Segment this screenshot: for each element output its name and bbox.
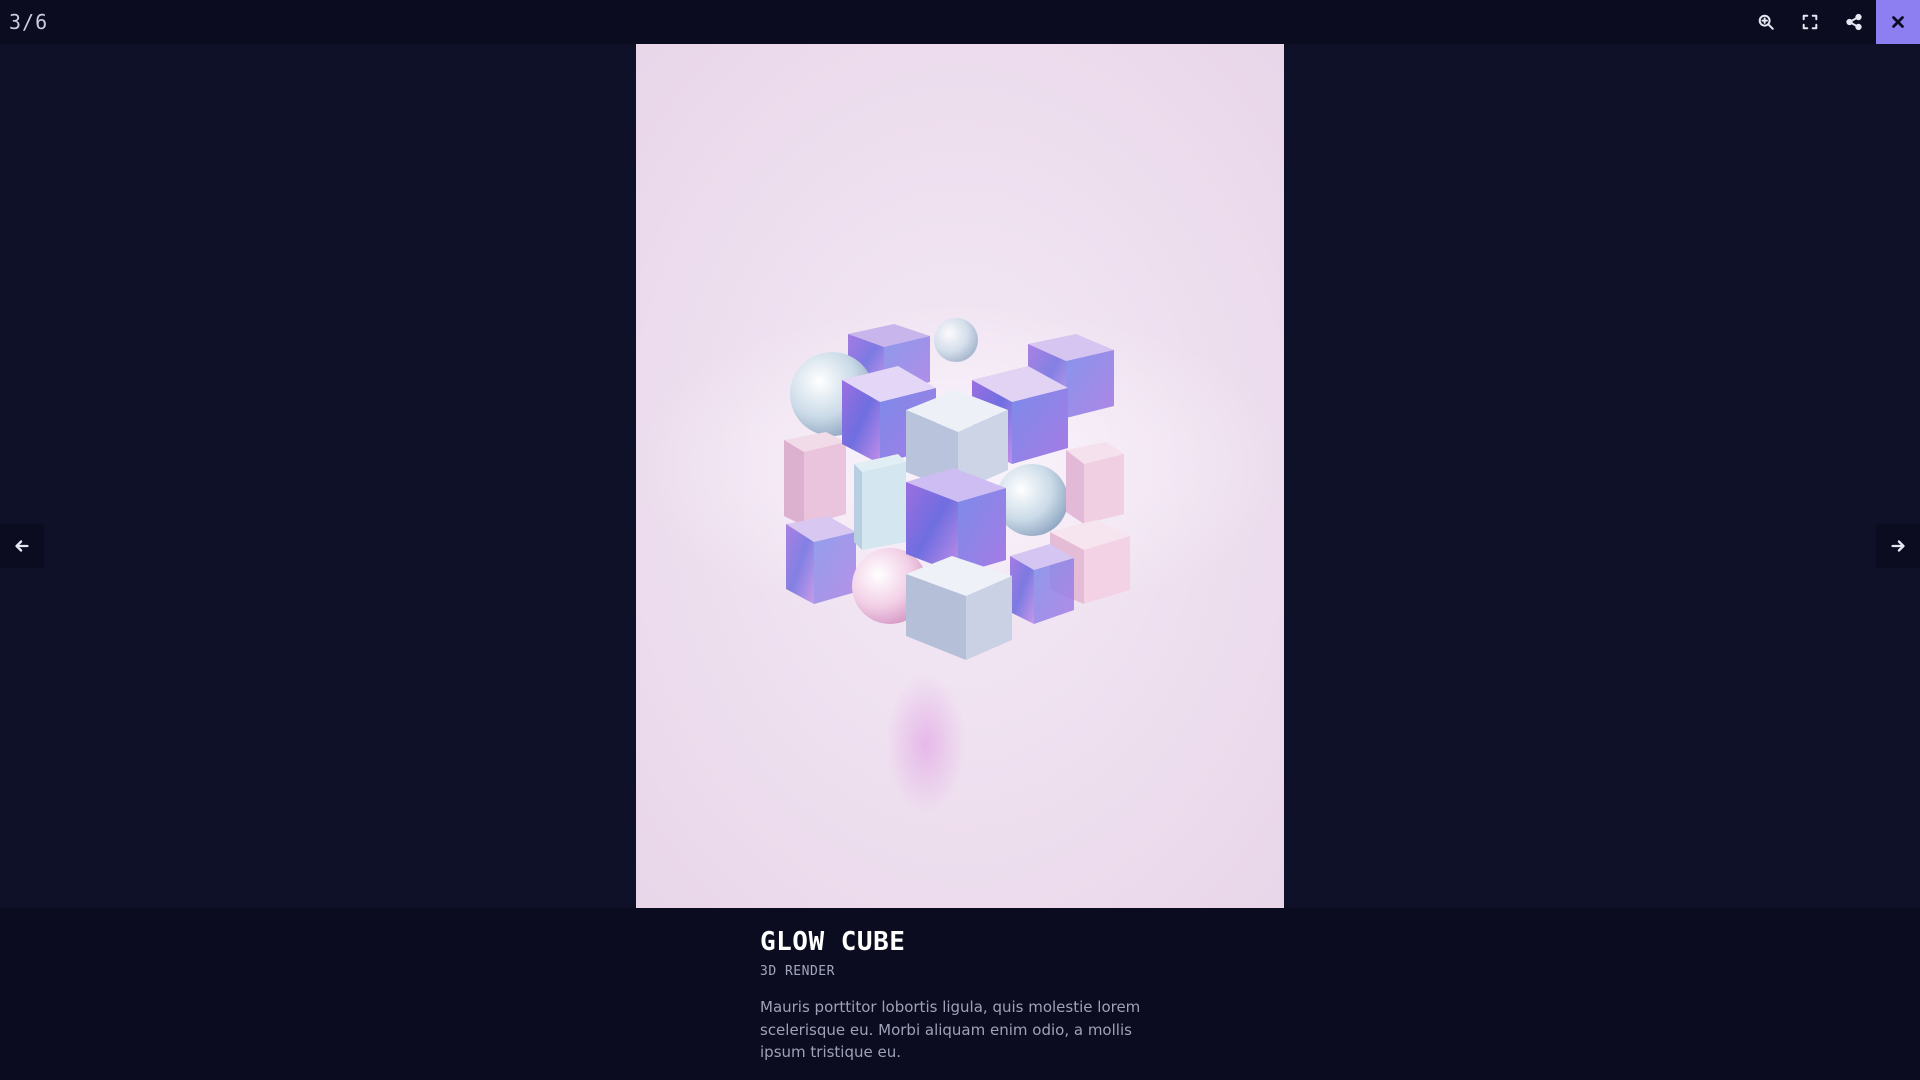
close-icon [1892, 16, 1904, 28]
share-button[interactable] [1832, 0, 1876, 44]
top-toolbar: 3/6 [0, 0, 1920, 44]
slide-counter: 3/6 [9, 10, 49, 34]
caption-panel: GLOW CUBE 3D RENDER Mauris porttitor lob… [0, 908, 1920, 1080]
zoom-in-icon [1758, 14, 1774, 30]
close-button[interactable] [1876, 0, 1920, 44]
image-description: Mauris porttitor lobortis ligula, quis m… [760, 998, 1141, 1061]
previous-button[interactable] [0, 524, 44, 568]
gallery-image [636, 44, 1284, 908]
zoom-button[interactable] [1744, 0, 1788, 44]
next-button[interactable] [1876, 524, 1920, 568]
fullscreen-icon [1802, 14, 1818, 30]
glow-cube-render [636, 304, 1284, 814]
arrow-left-icon [15, 540, 29, 552]
share-icon [1846, 13, 1862, 31]
fullscreen-button[interactable] [1788, 0, 1832, 44]
caption-content: GLOW CUBE 3D RENDER Mauris porttitor lob… [760, 926, 1180, 1064]
arrow-right-icon [1891, 540, 1905, 552]
image-title: GLOW CUBE [760, 927, 906, 957]
image-category: 3D RENDER [760, 964, 835, 979]
